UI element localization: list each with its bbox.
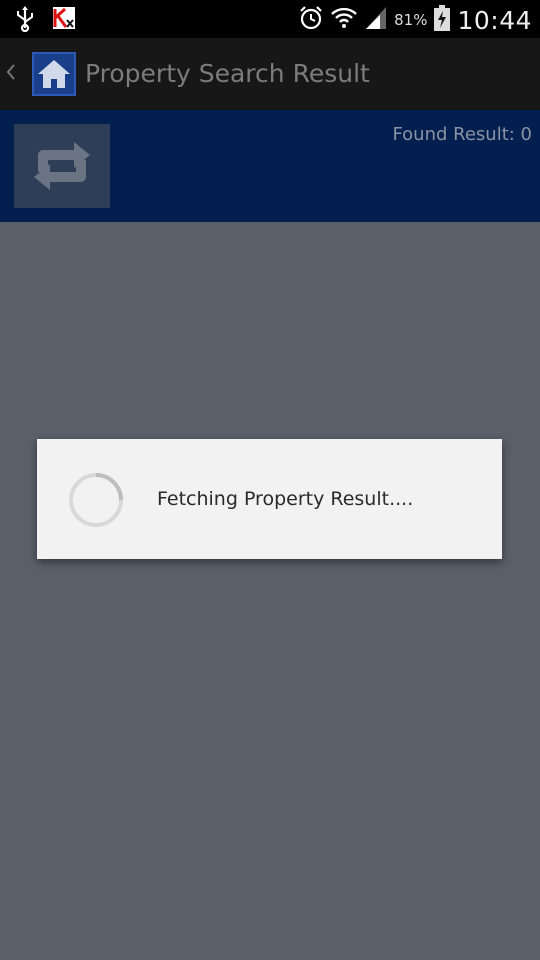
wifi-icon	[330, 5, 358, 35]
usb-icon	[14, 6, 36, 36]
loading-message: Fetching Property Result....	[157, 488, 414, 510]
status-left-icons	[14, 6, 76, 36]
clock: 10:44	[457, 5, 532, 35]
battery-percent: 81%	[394, 11, 428, 29]
refresh-button[interactable]	[14, 124, 110, 208]
antivirus-icon	[52, 6, 76, 36]
chevron-left-icon[interactable]	[6, 62, 16, 86]
alarm-icon	[298, 5, 324, 35]
refresh-icon	[14, 142, 110, 212]
action-bar: Property Search Result	[0, 38, 540, 110]
loading-spinner-icon	[68, 472, 124, 528]
found-result-count: Found Result: 0	[392, 124, 532, 145]
results-header: Found Result: 0	[0, 110, 540, 222]
status-bar: 81% 10:44	[0, 0, 540, 38]
home-button[interactable]	[32, 52, 76, 96]
status-right-icons: 81% 10:44	[298, 4, 532, 36]
home-icon	[34, 60, 74, 98]
page-title: Property Search Result	[85, 59, 370, 88]
battery-charging-icon	[433, 4, 451, 36]
signal-icon	[364, 5, 388, 35]
